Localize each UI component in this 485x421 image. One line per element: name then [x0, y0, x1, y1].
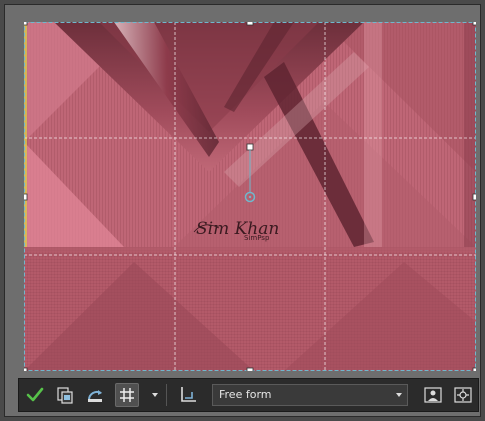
ruler-icon	[181, 387, 196, 402]
apply-crop-button[interactable]	[23, 383, 47, 407]
aspect-ratio-value: Free form	[219, 388, 272, 401]
image-window: Sim Khan SimPsp Free form	[4, 4, 481, 417]
crop-as-new-image-button[interactable]	[53, 383, 77, 407]
checkmark-icon	[26, 387, 44, 402]
crop-toolbar: Free form	[18, 378, 479, 412]
rotation-handle-anchor[interactable]	[246, 143, 254, 151]
crop-rectangle[interactable]	[24, 22, 476, 371]
chevron-down-icon	[396, 393, 402, 397]
portrait-orientation-button[interactable]	[421, 383, 445, 407]
grid-icon	[120, 388, 134, 402]
handle-bottom[interactable]	[246, 367, 254, 371]
rotate-crop-button[interactable]	[83, 383, 107, 407]
snap-crop-button[interactable]	[176, 383, 200, 407]
grid-toggle-button[interactable]	[115, 383, 139, 407]
crop-options-button[interactable]	[451, 383, 475, 407]
handle-left[interactable]	[24, 193, 28, 201]
handle-bottom-left[interactable]	[24, 367, 28, 371]
image-canvas[interactable]: Sim Khan SimPsp	[24, 22, 476, 371]
aspect-ratio-select[interactable]: Free form	[212, 384, 408, 406]
crop-as-new-icon	[57, 387, 73, 404]
rotate-icon	[87, 390, 102, 402]
handle-right[interactable]	[472, 193, 476, 201]
options-icon	[454, 387, 472, 403]
grid-options-dropdown[interactable]	[152, 393, 158, 397]
handle-top[interactable]	[246, 22, 254, 26]
portrait-icon	[424, 387, 442, 403]
handle-bottom-right[interactable]	[472, 367, 476, 371]
toolbar-separator	[166, 384, 167, 406]
handle-top-left[interactable]	[24, 22, 28, 26]
handle-top-right[interactable]	[472, 22, 476, 26]
